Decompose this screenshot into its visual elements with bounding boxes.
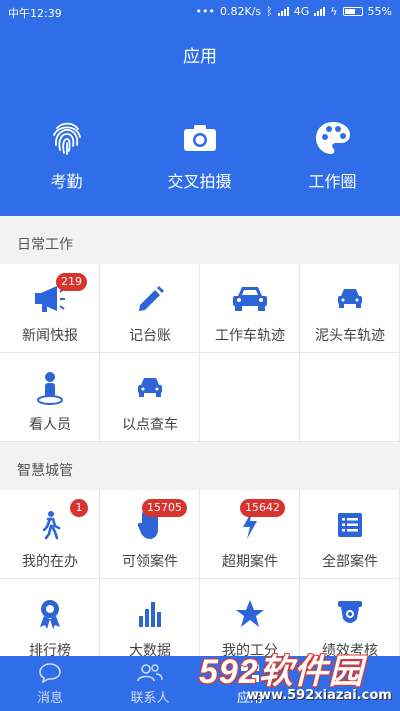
news-brief-item[interactable]: 219 新闻快报 <box>0 264 100 353</box>
status-time: 中午12:39 <box>8 7 62 20</box>
point-car-search-item[interactable]: 以点查车 <box>100 353 200 442</box>
truck-icon <box>338 289 362 308</box>
page-title: 应用 <box>183 47 217 67</box>
charging-icon: ϟ <box>330 5 338 18</box>
empty-cell <box>200 353 300 442</box>
battery-level: 55% <box>367 5 392 18</box>
nav-messages-label: 消息 <box>36 691 63 706</box>
chat-icon <box>39 663 61 684</box>
all-cases-label: 全部案件 <box>322 554 378 570</box>
nav-apps-label: 应用 <box>236 691 263 706</box>
network-speed: 0.82K/s <box>219 5 262 18</box>
car-icon <box>233 287 267 311</box>
muck-truck-track-label: 泥头车轨迹 <box>315 328 385 344</box>
point-car-search-label: 以点查车 <box>122 417 178 433</box>
car-search-icon <box>138 378 162 397</box>
network-type: 4G <box>293 5 310 18</box>
nav-apps[interactable]: 应用 <box>200 656 300 711</box>
walking-icon <box>42 511 61 540</box>
list-icon <box>338 513 362 537</box>
bottom-nav: 消息 联系人 应用 <box>0 656 400 711</box>
section-title-daily-work: 日常工作 <box>0 218 400 264</box>
daily-work-grid: 219 新闻快报 记台账 工作车轨迹 泥头车轨迹 看人员 以点查车 <box>0 264 400 442</box>
bar-chart-icon <box>139 602 161 627</box>
claimable-cases-item[interactable]: 15705 可领案件 <box>100 490 200 579</box>
camera-icon <box>183 125 216 151</box>
nav-messages[interactable]: 消息 <box>0 656 100 711</box>
performance-review-item[interactable]: 绩效考核 <box>300 579 400 656</box>
contacts-icon <box>137 664 163 682</box>
person-pin-icon <box>37 372 63 405</box>
cross-photo-button[interactable]: 交叉拍摄 <box>133 118 266 192</box>
smart-city-grid: 1 我的在办 15705 可领案件 15642 超期案件 全部案件 排行榜 大数… <box>0 490 400 656</box>
my-pending-label: 我的在办 <box>22 554 78 570</box>
signal-icon <box>277 7 289 16</box>
big-data-item[interactable]: 大数据 <box>100 579 200 656</box>
record-ledger-label: 记台账 <box>129 328 171 344</box>
status-indicators: ••• 0.82K/s ᛒ 4G ϟ 55% <box>196 5 392 18</box>
badge-icon <box>338 601 362 623</box>
overdue-cases-item[interactable]: 15642 超期案件 <box>200 490 300 579</box>
nav-contacts-label: 联系人 <box>130 691 170 706</box>
attendance-label: 考勤 <box>50 172 83 191</box>
claimable-badge: 15705 <box>142 499 187 517</box>
nav-contacts[interactable]: 联系人 <box>100 656 200 711</box>
big-data-label: 大数据 <box>129 643 171 656</box>
work-circle-button[interactable]: 工作圈 <box>266 118 399 192</box>
star-icon <box>236 600 264 627</box>
battery-icon <box>342 7 363 16</box>
my-pending-badge: 1 <box>70 499 88 517</box>
performance-review-label: 绩效考核 <box>322 643 378 656</box>
cross-photo-label: 交叉拍摄 <box>167 172 232 191</box>
overdue-cases-label: 超期案件 <box>222 554 278 570</box>
view-staff-label: 看人员 <box>29 417 71 433</box>
ranking-label: 排行榜 <box>29 643 71 656</box>
pencil-icon <box>139 286 164 311</box>
my-points-item[interactable]: 我的工分 <box>200 579 300 656</box>
news-badge: 219 <box>56 273 87 291</box>
signal-icon-2 <box>314 7 326 16</box>
my-pending-item[interactable]: 1 我的在办 <box>0 490 100 579</box>
news-brief-label: 新闻快报 <box>22 328 78 344</box>
record-ledger-item[interactable]: 记台账 <box>100 264 200 353</box>
work-car-track-label: 工作车轨迹 <box>215 328 285 344</box>
ribbon-icon <box>40 600 60 629</box>
section-title-smart-city: 智慧城管 <box>0 444 400 490</box>
ranking-item[interactable]: 排行榜 <box>0 579 100 656</box>
apps-icon <box>241 664 259 682</box>
my-points-label: 我的工分 <box>222 643 278 656</box>
view-staff-item[interactable]: 看人员 <box>0 353 100 442</box>
more-dots-icon: ••• <box>195 5 215 18</box>
palette-icon <box>315 122 350 154</box>
claimable-cases-label: 可领案件 <box>122 554 178 570</box>
empty-cell <box>300 353 400 442</box>
work-circle-label: 工作圈 <box>308 172 357 191</box>
app-header: 中午12:39 ••• 0.82K/s ᛒ 4G ϟ 55% 应用 考勤 交叉拍… <box>0 0 400 216</box>
attendance-button[interactable]: 考勤 <box>0 118 133 192</box>
work-car-track-item[interactable]: 工作车轨迹 <box>200 264 300 353</box>
all-cases-item[interactable]: 全部案件 <box>300 490 400 579</box>
bluetooth-icon: ᛒ <box>266 5 273 18</box>
status-bar: 中午12:39 ••• 0.82K/s ᛒ 4G ϟ 55% <box>0 0 400 24</box>
fingerprint-icon <box>52 122 81 155</box>
overdue-badge: 15642 <box>240 499 285 517</box>
muck-truck-track-item[interactable]: 泥头车轨迹 <box>300 264 400 353</box>
